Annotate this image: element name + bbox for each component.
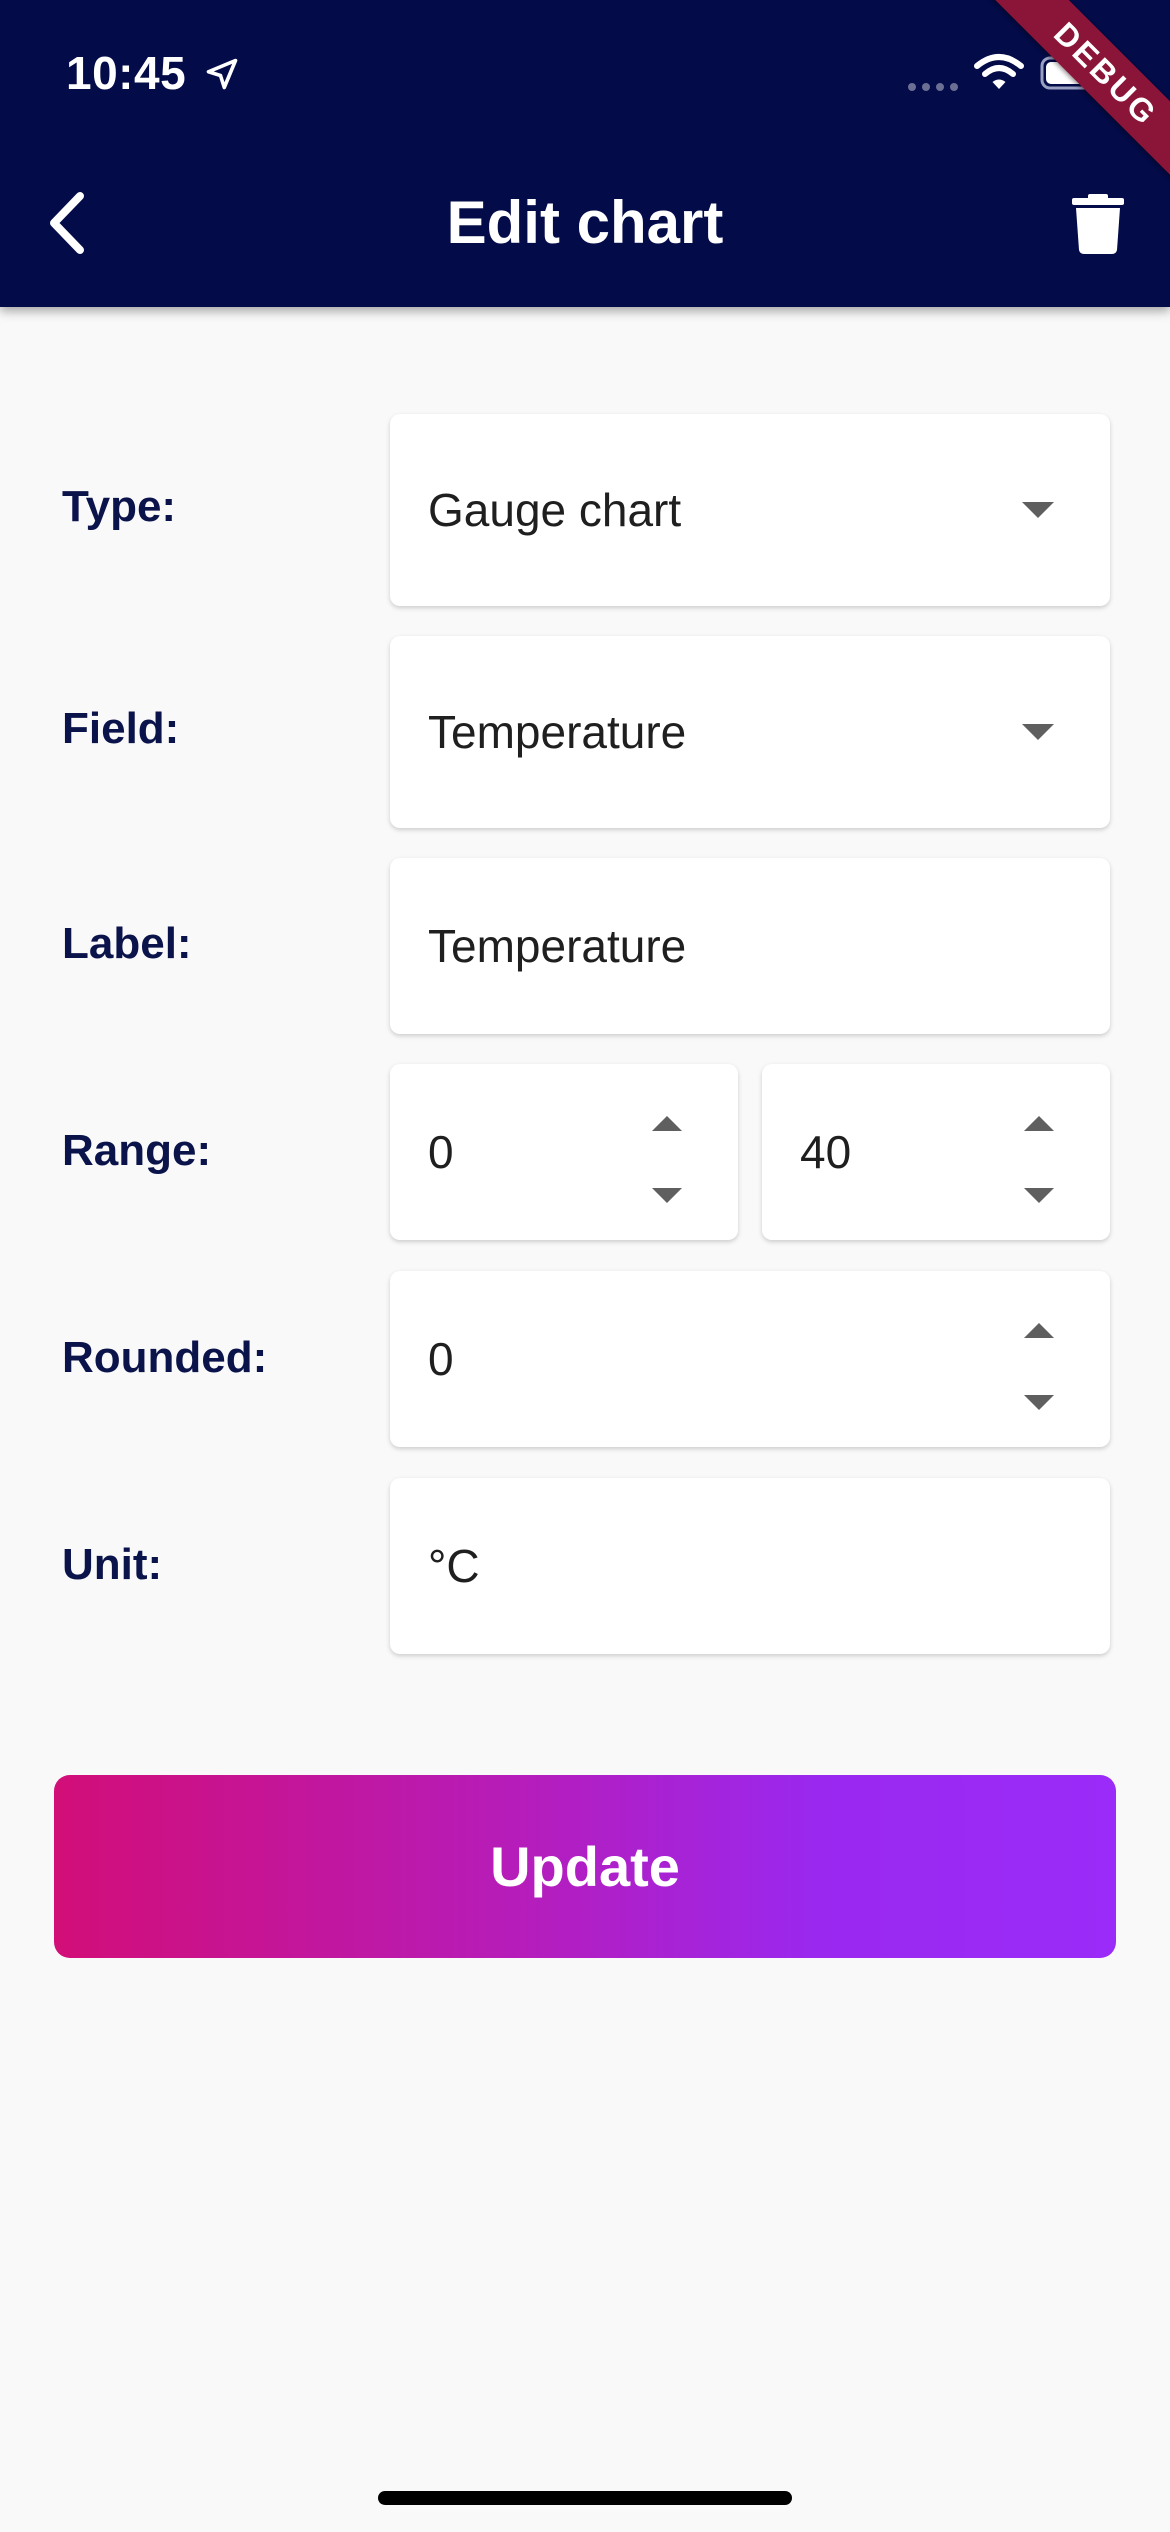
field-dropdown[interactable]: Temperature [390,636,1110,828]
update-button-label: Update [490,1835,680,1898]
label-input-value: Temperature [428,920,687,972]
debug-ribbon: DEBUG [981,0,1170,199]
type-label: Type: [62,482,177,531]
rounded-label: Rounded: [62,1333,268,1382]
increment-arrow-icon[interactable] [1024,1116,1054,1131]
label-label: Label: [62,919,192,968]
rounded-stepper[interactable]: 0 [390,1271,1110,1447]
unit-input[interactable]: °C [390,1478,1110,1654]
range-min-stepper[interactable]: 0 [390,1064,738,1240]
unit-value: °C [428,1540,480,1592]
decrement-arrow-icon[interactable] [1024,1188,1054,1203]
app-bar: 10:45 DEBUG Edit chart [0,0,1170,307]
page-title: Edit chart [446,189,724,256]
dropdown-arrow-icon [1022,502,1054,518]
type-value: Gauge chart [428,484,682,536]
home-indicator [378,2491,792,2505]
wifi-icon [974,54,1024,89]
decrement-arrow-icon[interactable] [652,1188,682,1203]
range-max-stepper[interactable]: 40 [762,1064,1110,1240]
status-time: 10:45 [66,47,187,99]
trash-icon[interactable] [1072,194,1124,254]
range-min-value: 0 [428,1126,454,1178]
unit-label: Unit: [62,1540,163,1589]
range-label: Range: [62,1126,212,1175]
location-arrow-icon [206,58,238,90]
field-value: Temperature [428,706,687,758]
rounded-value: 0 [428,1333,454,1385]
decrement-arrow-icon[interactable] [1024,1395,1054,1410]
increment-arrow-icon[interactable] [652,1116,682,1131]
range-max-value: 40 [800,1126,852,1178]
field-label: Field: [62,704,180,753]
increment-arrow-icon[interactable] [1024,1323,1054,1338]
signal-icon [908,83,958,91]
dropdown-arrow-icon [1022,724,1054,740]
label-input[interactable]: Temperature [390,858,1110,1034]
type-dropdown[interactable]: Gauge chart [390,414,1110,606]
update-button[interactable]: Update [54,1775,1116,1958]
